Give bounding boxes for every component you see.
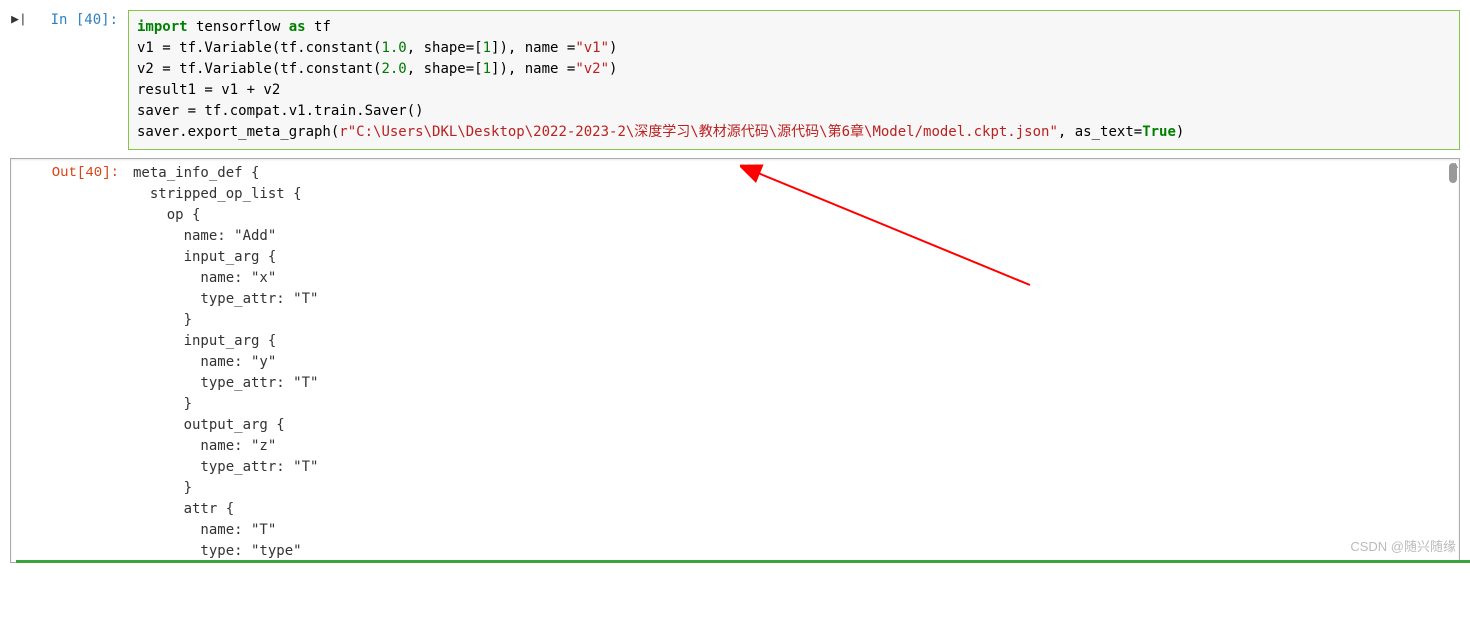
code-token: import: [137, 19, 188, 35]
code-token: r"C:\Users\DKL\Desktop\2022-2023-2\深度学习\…: [339, 124, 1058, 140]
code-token: 2.0: [381, 61, 406, 77]
code-token: result1 = v1 + v2: [137, 82, 280, 98]
code-token: "v1": [575, 40, 609, 56]
code-token: tensorflow: [188, 19, 289, 35]
code-token: saver.export_meta_graph(: [137, 124, 339, 140]
code-token: ]), name =: [491, 40, 575, 56]
output-scrollbar[interactable]: ▲: [1449, 163, 1457, 558]
code-token: , shape=[: [407, 40, 483, 56]
code-token: "v2": [575, 61, 609, 77]
code-token: , as_text=: [1058, 124, 1142, 140]
scroll-thumb[interactable]: [1449, 163, 1457, 183]
code-token: v2 = tf.Variable(tf.constant(: [137, 61, 381, 77]
code-token: ]), name =: [491, 61, 575, 77]
code-token: ): [1176, 124, 1184, 140]
input-prompt: In [40]:: [28, 10, 128, 150]
code-token: , shape=[: [407, 61, 483, 77]
output-prompt: Out[40]:: [11, 163, 129, 558]
code-token: ): [609, 61, 617, 77]
notebook: ▶| In [40]: import tensorflow as tf v1 =…: [0, 0, 1470, 563]
code-token: v1 = tf.Variable(tf.constant(: [137, 40, 381, 56]
input-cell: ▶| In [40]: import tensorflow as tf v1 =…: [0, 10, 1470, 150]
code-token: 1: [483, 61, 491, 77]
watermark: CSDN @随兴随缘: [1350, 536, 1456, 555]
code-token: saver = tf.compat.v1.train.Saver(): [137, 103, 424, 119]
code-token: ): [609, 40, 617, 56]
run-icon[interactable]: ▶|: [10, 10, 28, 150]
code-token: tf: [306, 19, 331, 35]
code-token: as: [289, 19, 306, 35]
output-text: meta_info_def { stripped_op_list { op { …: [129, 163, 1459, 558]
code-token: 1: [483, 40, 491, 56]
output-cell: Out[40]: meta_info_def { stripped_op_lis…: [10, 158, 1460, 563]
code-token: True: [1142, 124, 1176, 140]
bottom-border: [16, 560, 1470, 563]
code-token: 1.0: [381, 40, 406, 56]
code-input[interactable]: import tensorflow as tf v1 = tf.Variable…: [128, 10, 1460, 150]
